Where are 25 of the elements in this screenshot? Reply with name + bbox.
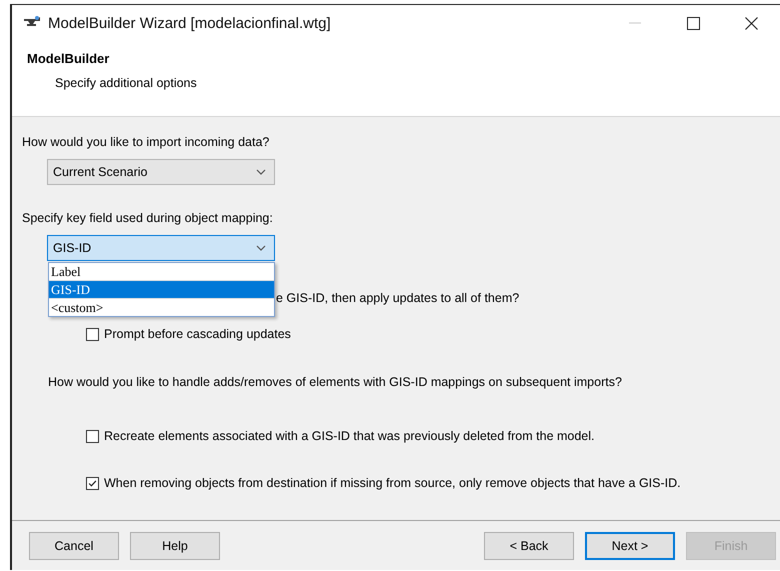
- chevron-down-icon: [256, 245, 266, 251]
- chevron-down-icon: [256, 169, 266, 175]
- maximize-icon[interactable]: [686, 16, 700, 30]
- close-icon[interactable]: [744, 16, 758, 30]
- checkbox-label: Recreate elements associated with a GIS-ID that was previously deleted from the model.: [104, 429, 595, 443]
- checkbox-label: Prompt before cascading updates: [104, 327, 291, 341]
- question-label: How would you like to import incoming data?: [22, 135, 270, 150]
- dropdown[interactable]: Current Scenario: [47, 159, 275, 185]
- checkbox-label: When removing objects from destination if missing from source, only remove objects that have a GIS-ID.: [104, 476, 681, 490]
- question-label: e GIS-ID, then apply updates to all of them?: [276, 291, 520, 306]
- checkbox[interactable]: [86, 430, 99, 442]
- page-title: ModelBuilder: [27, 50, 110, 68]
- question-label: Specify key field used during object mapping:: [22, 211, 274, 226]
- dropdown-option[interactable]: GIS-ID: [49, 281, 274, 299]
- checkbox[interactable]: [86, 476, 99, 490]
- wizard-button[interactable]: Help: [130, 532, 220, 560]
- dropdown[interactable]: GIS-ID: [47, 235, 275, 261]
- wizard-button[interactable]: Next >: [585, 532, 675, 560]
- dropdown-option[interactable]: <custom>: [49, 299, 274, 316]
- wizard-button[interactable]: Cancel: [29, 532, 119, 560]
- question-label: How would you like to handle adds/removes of elements with GIS-ID mappings on subsequent imports?: [48, 375, 623, 390]
- wizard-button[interactable]: < Back: [484, 532, 574, 560]
- checkbox[interactable]: [86, 328, 99, 340]
- window-title: ModelBuilder Wizard [modelacionfinal.wtg]: [48, 14, 332, 32]
- page-subtitle: Specify additional options: [55, 75, 198, 91]
